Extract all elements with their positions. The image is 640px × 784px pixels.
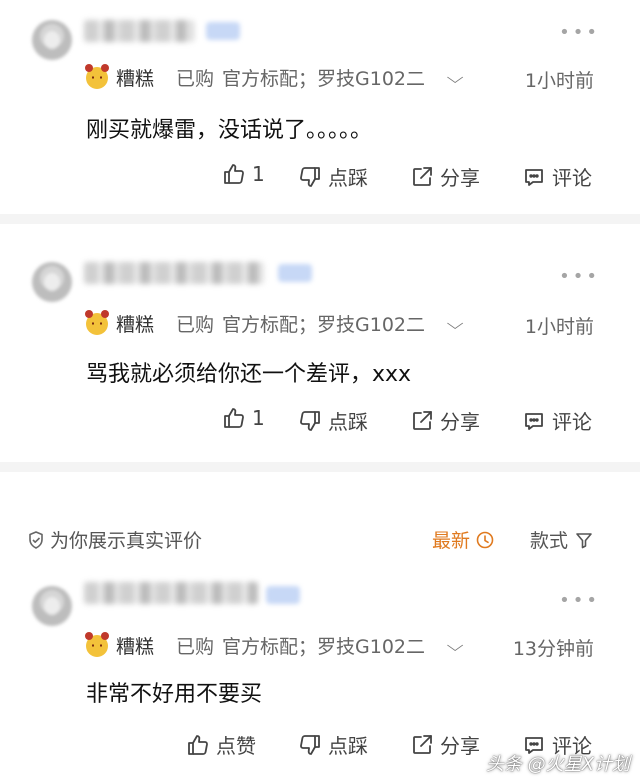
review-card-2: ••• 糟糕 已购 官方标配；罗技G102二 ⌵ 1小时前 骂我就必须给你还一个… xyxy=(0,226,640,458)
share-icon xyxy=(413,734,432,754)
section-divider xyxy=(0,462,640,472)
avatar[interactable] xyxy=(32,586,72,626)
thumb-up-icon xyxy=(224,164,244,184)
product-spec: 官方标配；罗技G102二 xyxy=(222,636,426,658)
clock-icon xyxy=(476,531,494,548)
like-button[interactable]: 点赞 xyxy=(186,730,256,759)
product-spec: 官方标配；罗技G102二 xyxy=(222,314,426,336)
like-count: 1 xyxy=(252,162,265,186)
purchased-tag: 已购 xyxy=(176,314,215,336)
style-filter-button[interactable]: 款式 xyxy=(530,526,594,553)
dislike-label: 点踩 xyxy=(328,734,368,758)
comment-button[interactable]: 评论 xyxy=(522,406,592,435)
username-blurred xyxy=(84,262,264,284)
more-icon[interactable]: ••• xyxy=(559,22,600,43)
rating-level-label: 糟糕 xyxy=(116,314,155,336)
thumb-down-icon xyxy=(300,734,320,755)
bear-icon xyxy=(85,631,109,657)
username-blurred xyxy=(84,582,258,604)
share-button[interactable]: 分享 xyxy=(410,406,480,435)
chevron-down-icon[interactable]: ⌵ xyxy=(447,636,464,656)
dislike-label: 点踩 xyxy=(328,166,368,190)
check-shield-icon xyxy=(29,530,43,549)
share-label: 分享 xyxy=(440,734,480,758)
review-time: 1小时前 xyxy=(524,70,594,92)
comment-label: 评论 xyxy=(552,166,592,190)
chevron-down-icon[interactable]: ⌵ xyxy=(447,314,464,334)
comment-icon xyxy=(525,412,543,430)
review-actions: 1 点踩 分享 评论 xyxy=(0,406,640,436)
share-icon xyxy=(413,410,432,430)
thumb-down-icon xyxy=(300,410,320,431)
review-content: 刚买就爆雷，没话说了。。。。。 xyxy=(86,118,373,143)
like-button[interactable]: 1 xyxy=(222,406,265,430)
authentic-reviews-notice: 为你展示真实评价 xyxy=(26,526,202,553)
sort-latest-button[interactable]: 最新 xyxy=(432,526,495,553)
sort-latest-label: 最新 xyxy=(432,530,471,552)
rating-level-label: 糟糕 xyxy=(116,68,155,90)
review-card-1: ••• 糟糕 已购 官方标配；罗技G102二 ⌵ 1小时前 刚买就爆雷，没话说了… xyxy=(0,0,640,212)
like-count: 1 xyxy=(252,406,265,430)
username-blurred xyxy=(84,20,194,42)
dislike-button[interactable]: 点踩 xyxy=(298,730,368,759)
user-badge-blurred xyxy=(206,22,240,40)
review-actions: 1 点踩 分享 评论 xyxy=(0,162,640,192)
review-meta: 糟糕 已购 官方标配；罗技G102二 ⌵ xyxy=(85,631,464,659)
dislike-label: 点踩 xyxy=(328,410,368,434)
like-label: 点赞 xyxy=(216,734,256,758)
review-meta: 糟糕 已购 官方标配；罗技G102二 ⌵ xyxy=(85,63,464,91)
thumb-down-icon xyxy=(300,166,320,187)
share-label: 分享 xyxy=(440,166,480,190)
thumb-up-icon xyxy=(224,408,244,428)
comment-icon xyxy=(525,168,543,186)
like-button[interactable]: 1 xyxy=(222,162,265,186)
review-content: 非常不好用不要买 xyxy=(86,682,263,707)
share-icon xyxy=(413,166,432,186)
more-icon[interactable]: ••• xyxy=(559,590,600,611)
avatar[interactable] xyxy=(32,20,72,60)
user-badge-blurred xyxy=(266,586,300,604)
chevron-down-icon[interactable]: ⌵ xyxy=(447,68,464,88)
dislike-button[interactable]: 点踩 xyxy=(298,406,368,435)
bear-icon xyxy=(85,63,109,89)
style-filter-label: 款式 xyxy=(530,530,569,552)
review-content: 骂我就必须给你还一个差评，xxx xyxy=(86,362,412,387)
purchased-tag: 已购 xyxy=(176,636,215,658)
review-time: 13分钟前 xyxy=(512,638,594,660)
user-badge-blurred xyxy=(278,264,312,282)
avatar[interactable] xyxy=(32,262,72,302)
review-meta: 糟糕 已购 官方标配；罗技G102二 ⌵ xyxy=(85,309,464,337)
thumb-up-icon xyxy=(188,734,208,755)
rating-level-label: 糟糕 xyxy=(116,636,155,658)
bear-icon xyxy=(85,309,109,335)
share-button[interactable]: 分享 xyxy=(410,730,480,759)
authentic-text: 为你展示真实评价 xyxy=(50,530,203,552)
share-label: 分享 xyxy=(440,410,480,434)
review-time: 1小时前 xyxy=(524,316,594,338)
section-divider xyxy=(0,214,640,224)
watermark: 头条 @火星X计划 xyxy=(485,754,630,775)
review-filter-bar: 为你展示真实评价 最新 款式 xyxy=(0,520,640,560)
purchased-tag: 已购 xyxy=(176,68,215,90)
dislike-button[interactable]: 点踩 xyxy=(298,162,368,191)
comment-button[interactable]: 评论 xyxy=(522,162,592,191)
share-button[interactable]: 分享 xyxy=(410,162,480,191)
more-icon[interactable]: ••• xyxy=(559,266,600,287)
filter-icon xyxy=(576,532,592,548)
product-spec: 官方标配；罗技G102二 xyxy=(222,68,426,90)
comment-label: 评论 xyxy=(552,410,592,434)
